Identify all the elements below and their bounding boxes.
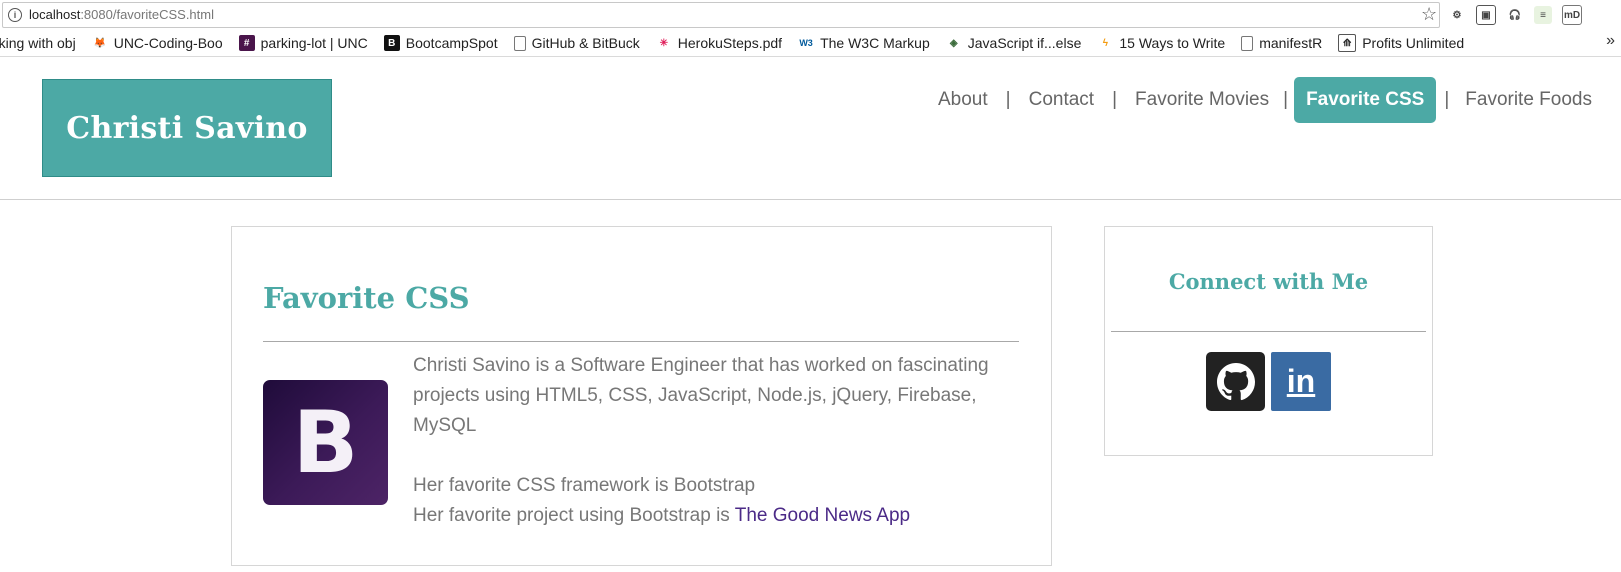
extension-puzzle-icon[interactable]: ⚙ (1448, 6, 1466, 24)
page-title: Favorite CSS (263, 281, 470, 315)
page-icon (513, 35, 526, 51)
github-icon[interactable] (1206, 352, 1265, 411)
connect-title: Connect with Me (1168, 269, 1369, 294)
main-nav: About | Contact | Favorite Movies | Favo… (930, 77, 1600, 123)
bio-paragraph: Christi Savino is a Software Engineer th… (413, 355, 989, 436)
bookmark-label: manifestR (1259, 35, 1323, 51)
url-host: localhost (29, 7, 81, 22)
bookmark-label: GitHub & BitBuck (531, 35, 640, 51)
bookmark-item[interactable]: rking with obj (0, 33, 76, 53)
diamond-icon: ◈ (949, 37, 958, 49)
bookmark-label: rking with obj (0, 35, 76, 51)
bootcampspot-icon: B (383, 35, 400, 51)
bio-text: Christi Savino is a Software Engineer th… (413, 351, 1013, 531)
nav-favorite-movies[interactable]: Favorite Movies (1127, 89, 1277, 111)
github-octocat-icon (1216, 362, 1255, 400)
bookmark-item[interactable]: manifestR (1241, 33, 1322, 53)
w3c-icon: W3 (799, 38, 813, 48)
bookmark-item[interactable]: ϟ 15 Ways to Write (1097, 33, 1225, 53)
bio-favorite-project: Her favorite project using Bootstrap is … (413, 501, 1013, 531)
extension-shield-icon[interactable]: ▣ (1476, 5, 1496, 25)
bookmark-item[interactable]: GitHub & BitBuck (513, 33, 640, 53)
title-divider (263, 341, 1019, 342)
bio-project-prefix: Her favorite project using Bootstrap is (413, 505, 735, 526)
gitlab-icon: 🦊 (93, 37, 106, 49)
bookmarks-overflow-icon[interactable]: » (1606, 32, 1615, 50)
good-news-app-link[interactable]: The Good News App (735, 505, 910, 526)
linkedin-icon[interactable]: in (1271, 352, 1331, 411)
connect-panel: Connect with Me in (1104, 226, 1433, 456)
bookmark-star-icon[interactable]: ☆ (1421, 4, 1437, 24)
url-input[interactable]: i localhost:8080/favoriteCSS.html ☆ (2, 2, 1440, 28)
nav-separator: | (1005, 89, 1011, 110)
nav-separator: | (1112, 89, 1118, 110)
bookmark-item[interactable]: ✳ HerokuSteps.pdf (656, 33, 783, 53)
bookmark-item[interactable]: B BootcampSpot (383, 33, 498, 53)
linkedin-label: in (1286, 363, 1316, 399)
main-panel: Favorite CSS B Christi Savino is a Softw… (231, 226, 1052, 566)
url-text: localhost:8080/favoriteCSS.html (29, 7, 214, 22)
bookmark-item[interactable]: ⟰ Profits Unlimited (1338, 33, 1464, 53)
logo-text: Christi Savino (66, 110, 308, 146)
nav-about[interactable]: About (930, 89, 996, 111)
connect-divider (1111, 331, 1426, 332)
slack-icon: ✳ (659, 37, 668, 49)
nav-separator: | (1283, 89, 1289, 110)
bookmark-label: The W3C Markup (820, 35, 930, 51)
browser-address-bar: i localhost:8080/favoriteCSS.html ☆ ⚙ ▣ … (0, 0, 1621, 30)
bookmark-label: parking-lot | UNC (260, 35, 368, 51)
extension-icons: ⚙ ▣ 🎧 ≡ mD (1448, 4, 1582, 26)
bookmark-label: BootcampSpot (405, 35, 498, 51)
bookmark-label: JavaScript if...else (967, 35, 1082, 51)
bootstrap-logo-letter: B (292, 392, 359, 493)
url-path: :8080/favoriteCSS.html (80, 7, 214, 22)
social-links: in (1206, 352, 1331, 411)
bootstrap-logo: B (263, 380, 388, 505)
site-header: Christi Savino About | Contact | Favorit… (0, 57, 1621, 200)
slack-hash-icon: # (238, 35, 255, 51)
profits-icon: ⟰ (1338, 34, 1357, 52)
nav-favorite-foods[interactable]: Favorite Foods (1457, 89, 1600, 111)
nav-contact[interactable]: Contact (1021, 89, 1102, 111)
bookmarks-bar: rking with obj 🦊 UNC-Coding-Boo # parking-… (0, 29, 1621, 57)
extension-headphones-icon[interactable]: 🎧 (1506, 6, 1524, 24)
info-icon[interactable]: i (8, 8, 22, 22)
site-logo[interactable]: Christi Savino (42, 79, 332, 177)
bookmark-item[interactable]: 🦊 UNC-Coding-Boo (92, 33, 223, 53)
bio-favorite-framework: Her favorite CSS framework is Bootstrap (413, 475, 756, 496)
page-icon (1241, 35, 1254, 51)
lightning-icon: ϟ (1102, 37, 1109, 49)
extension-md-icon[interactable]: mD (1562, 5, 1582, 25)
bookmark-label: HerokuSteps.pdf (677, 35, 783, 51)
bookmark-item[interactable]: # parking-lot | UNC (238, 33, 368, 53)
bookmark-label: 15 Ways to Write (1119, 35, 1226, 51)
nav-favorite-css[interactable]: Favorite CSS (1294, 77, 1437, 123)
bookmark-label: UNC-Coding-Boo (113, 35, 223, 51)
nav-separator: | (1444, 89, 1450, 110)
extension-sheet-icon[interactable]: ≡ (1534, 6, 1552, 24)
bookmark-label: Profits Unlimited (1362, 35, 1465, 51)
bookmark-item[interactable]: W3 The W3C Markup (798, 33, 930, 53)
bookmark-item[interactable]: ◈ JavaScript if...else (946, 33, 1082, 53)
